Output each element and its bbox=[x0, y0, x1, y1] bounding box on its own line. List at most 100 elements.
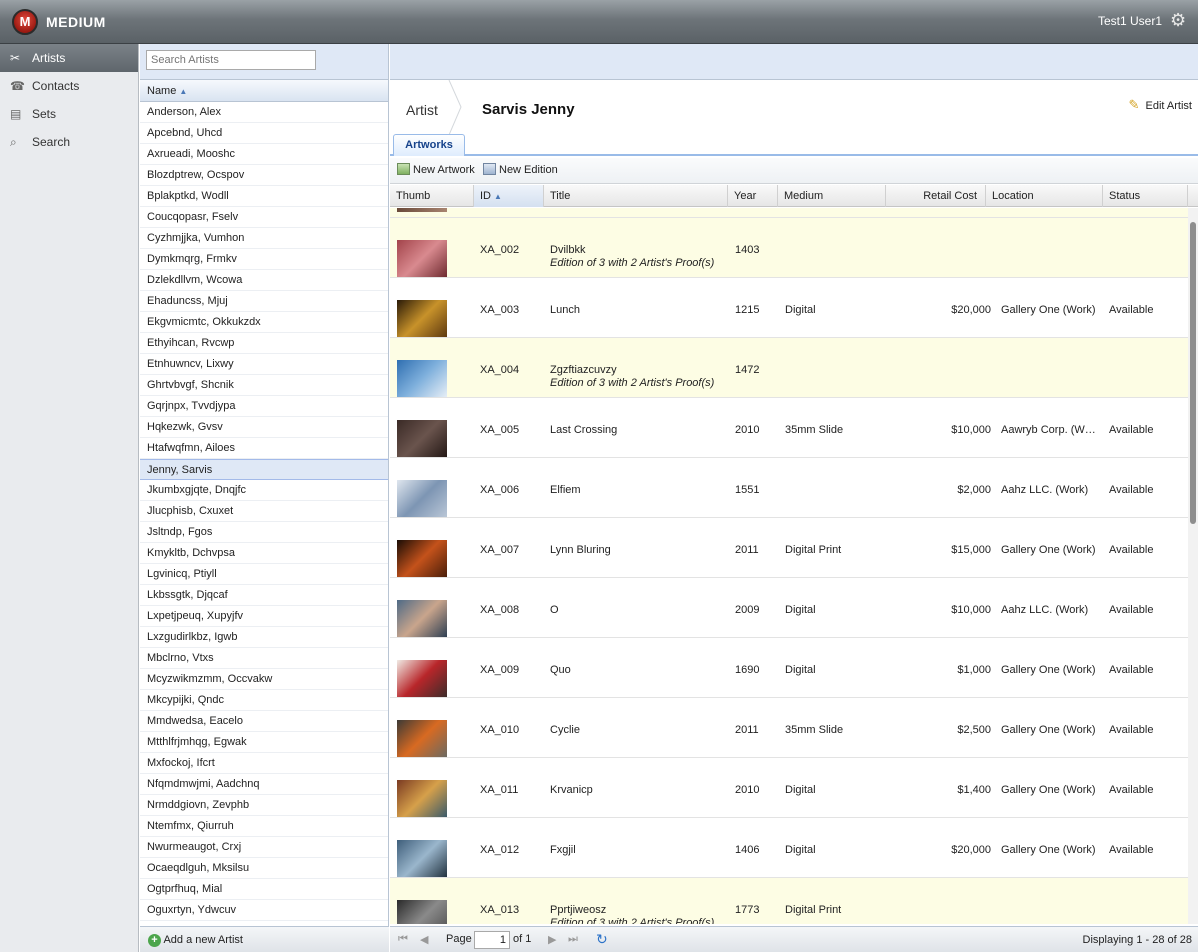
artist-list-item[interactable]: Cyzhmjjka, Vumhon bbox=[140, 228, 388, 249]
add-artist-button[interactable]: + Add a new Artist bbox=[140, 926, 389, 952]
table-row[interactable]: XA_012 Fxgjil 1406 Digital $20,000 Gallery On… bbox=[390, 818, 1188, 878]
table-row[interactable]: XA_006 Elfiem 1551 $2,000 Aahz LLC. (Work) Av… bbox=[390, 458, 1188, 518]
artist-list-item[interactable]: Dymkmqrg, Frmkv bbox=[140, 249, 388, 270]
artist-list-item[interactable]: Anderson, Alex bbox=[140, 102, 388, 123]
artwork-thumbnail[interactable] bbox=[397, 360, 447, 397]
artist-list-item[interactable]: Oguxrtyn, Ydwcuv bbox=[140, 900, 388, 921]
grid-scrollbar[interactable] bbox=[1188, 208, 1198, 924]
prev-page-icon[interactable]: ◀ bbox=[420, 933, 428, 946]
table-row[interactable]: XA_005 Last Crossing 2010 35mm Slide $10,000… bbox=[390, 398, 1188, 458]
artist-list-item[interactable]: Ntemfmx, Qiurruh bbox=[140, 816, 388, 837]
nav-item-artists[interactable]: ✂ Artists bbox=[0, 44, 138, 72]
column-header-thumb[interactable]: Thumb bbox=[390, 185, 474, 207]
artist-list-item[interactable]: Mkcypijki, Qndc bbox=[140, 690, 388, 711]
artist-list-item[interactable]: Mmdwedsa, Eacelo bbox=[140, 711, 388, 732]
artist-list-item[interactable]: Jenny, Sarvis bbox=[140, 459, 388, 480]
last-page-icon[interactable]: ⏭ bbox=[568, 933, 578, 946]
column-header-status[interactable]: Status bbox=[1103, 185, 1188, 207]
breadcrumb-artist[interactable]: Artist bbox=[406, 102, 438, 118]
artist-list-item[interactable]: Coucqopasr, Fselv bbox=[140, 207, 388, 228]
artist-list-item[interactable]: Ekgvmicmtc, Okkukzdx bbox=[140, 312, 388, 333]
table-row[interactable]: XA_009 Quo 1690 Digital $1,000 Gallery One (W… bbox=[390, 638, 1188, 698]
artist-list-item[interactable]: Kmykltb, Dchvpsa bbox=[140, 543, 388, 564]
artist-list-item[interactable]: Nfqmdmwjmi, Aadchnq bbox=[140, 774, 388, 795]
table-row[interactable] bbox=[390, 208, 1188, 218]
table-row[interactable]: XA_008 O 2009 Digital $10,000 Aahz LLC. (Work… bbox=[390, 578, 1188, 638]
artist-list-item[interactable]: Dzlekdllvm, Wcowa bbox=[140, 270, 388, 291]
artist-list-item[interactable]: Htafwqfmn, Ailoes bbox=[140, 438, 388, 459]
column-header-year[interactable]: Year bbox=[728, 185, 778, 207]
table-row[interactable]: XA_002 Dvilbkk Edition of 3 with 2 Artist'… bbox=[390, 218, 1188, 278]
artist-list-item[interactable]: Hqkezwk, Gvsv bbox=[140, 417, 388, 438]
table-row[interactable]: XA_010 Cyclie 2011 35mm Slide $2,500 Gallery … bbox=[390, 698, 1188, 758]
artwork-thumbnail[interactable] bbox=[397, 720, 447, 757]
artist-list-item[interactable]: Ehaduncss, Mjuj bbox=[140, 291, 388, 312]
artist-list-item[interactable]: Blozdptrew, Ocspov bbox=[140, 165, 388, 186]
artist-list-item[interactable]: Nrmddgiovn, Zevphb bbox=[140, 795, 388, 816]
artist-list-item[interactable]: Apcebnd, Uhcd bbox=[140, 123, 388, 144]
page-number-input[interactable]: 1 bbox=[474, 931, 510, 949]
new-artwork-button[interactable]: New Artwork bbox=[397, 163, 475, 176]
breadcrumb: Artist Sarvis Jenny ✎ Edit Artist bbox=[390, 80, 1198, 135]
artist-search-input[interactable] bbox=[146, 50, 316, 70]
column-header-retail-cost[interactable]: Retail Cost bbox=[886, 185, 986, 207]
column-header-medium[interactable]: Medium bbox=[778, 185, 886, 207]
artwork-thumbnail[interactable] bbox=[397, 660, 447, 697]
artist-list-item[interactable]: Nwurmeaugot, Crxj bbox=[140, 837, 388, 858]
artist-list-item[interactable]: Ogtprfhuq, Mial bbox=[140, 879, 388, 900]
table-row[interactable]: XA_004 Zgzftiazcuvzy Edition of 3 with 2 A… bbox=[390, 338, 1188, 398]
artist-list-item[interactable]: Mbclrno, Vtxs bbox=[140, 648, 388, 669]
table-row[interactable]: XA_011 Krvanicp 2010 Digital $1,400 Gallery O… bbox=[390, 758, 1188, 818]
table-row[interactable]: XA_003 Lunch 1215 Digital $20,000 Gallery One… bbox=[390, 278, 1188, 338]
column-header-location[interactable]: Location bbox=[986, 185, 1103, 207]
artwork-thumbnail[interactable] bbox=[397, 480, 447, 517]
refresh-icon[interactable]: ↻ bbox=[596, 932, 611, 947]
tab-artworks[interactable]: Artworks bbox=[393, 134, 465, 156]
artwork-thumbnail[interactable] bbox=[397, 240, 447, 277]
artist-list-item[interactable]: Jsltndp, Fgos bbox=[140, 522, 388, 543]
artwork-thumbnail[interactable] bbox=[397, 300, 447, 337]
artwork-thumbnail[interactable] bbox=[397, 420, 447, 457]
edit-artist-button[interactable]: ✎ Edit Artist bbox=[1128, 98, 1192, 112]
artwork-thumbnail[interactable] bbox=[397, 900, 447, 924]
artist-list-item[interactable]: Ocaeqdlguh, Mksilsu bbox=[140, 858, 388, 879]
artist-list-item[interactable]: Mxfockoj, Ifcrt bbox=[140, 753, 388, 774]
nav-item-sets[interactable]: ▤ Sets bbox=[0, 100, 138, 128]
artist-list-item[interactable]: Lkbssgtk, Djqcaf bbox=[140, 585, 388, 606]
artwork-thumbnail[interactable] bbox=[397, 840, 447, 877]
gear-icon[interactable]: ⚙ bbox=[1170, 11, 1188, 29]
name-column-header[interactable]: Name ▲ bbox=[140, 80, 388, 102]
artist-list-item[interactable]: Mtthlfrjmhqg, Egwak bbox=[140, 732, 388, 753]
artwork-thumbnail[interactable] bbox=[397, 208, 447, 212]
user-menu[interactable]: Test1 User1 bbox=[1098, 14, 1162, 28]
artist-list-item[interactable]: Jlucphisb, Cxuxet bbox=[140, 501, 388, 522]
column-header-title[interactable]: Title bbox=[544, 185, 728, 207]
nav-item-contacts[interactable]: ☎ Contacts bbox=[0, 72, 138, 100]
artist-list-item[interactable]: Gqrjnpx, Tvvdjypa bbox=[140, 396, 388, 417]
artist-list-item[interactable]: Mcyzwikmzmm, Occvakw bbox=[140, 669, 388, 690]
column-header-id[interactable]: ID ▲ bbox=[474, 185, 544, 207]
artist-list-item[interactable]: Axrueadi, Mooshc bbox=[140, 144, 388, 165]
cell-cost: $1,400 bbox=[957, 784, 991, 796]
scrollbar-thumb[interactable] bbox=[1190, 222, 1196, 524]
cell-year: 1690 bbox=[735, 664, 760, 676]
table-row[interactable]: XA_007 Lynn Bluring 2011 Digital Print $15,0… bbox=[390, 518, 1188, 578]
artist-list-item[interactable]: Ghrtvbvgf, Shcnik bbox=[140, 375, 388, 396]
artist-list-item[interactable]: Lxzgudirlkbz, Igwb bbox=[140, 627, 388, 648]
artist-list-item[interactable]: Lgvinicq, Ptiyll bbox=[140, 564, 388, 585]
artist-list-item[interactable]: Bplakptkd, Wodll bbox=[140, 186, 388, 207]
first-page-icon[interactable]: ⏮ bbox=[398, 933, 408, 946]
new-edition-button[interactable]: New Edition bbox=[483, 163, 558, 176]
artist-list-item[interactable]: Ethyihcan, Rvcwp bbox=[140, 333, 388, 354]
table-row[interactable]: XA_013 Pprtjiweosz Edition of 3 with 2 Art… bbox=[390, 878, 1188, 924]
artist-list-item[interactable]: Jkumbxgjqte, Dnqjfc bbox=[140, 480, 388, 501]
sets-icon: ▤ bbox=[10, 107, 22, 121]
artwork-thumbnail[interactable] bbox=[397, 600, 447, 637]
artwork-thumbnail[interactable] bbox=[397, 540, 447, 577]
artist-list-item[interactable]: Lxpetjpeuq, Xupyjfv bbox=[140, 606, 388, 627]
artwork-thumbnail[interactable] bbox=[397, 780, 447, 817]
nav-item-search[interactable]: ⌕ Search bbox=[0, 128, 138, 156]
next-page-icon[interactable]: ▶ bbox=[548, 933, 556, 946]
artist-search-bar bbox=[140, 44, 388, 80]
artist-list-item[interactable]: Etnhuwncv, Lixwy bbox=[140, 354, 388, 375]
